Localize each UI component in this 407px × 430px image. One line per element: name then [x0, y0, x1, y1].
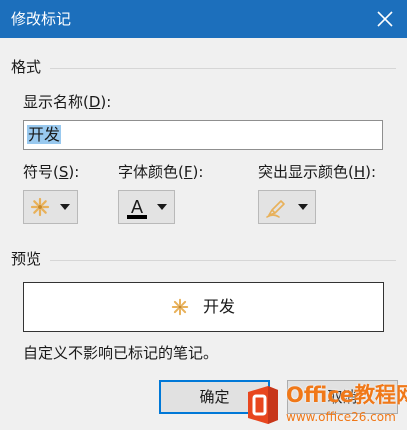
- sun-flower-icon: [30, 197, 50, 217]
- font-color-label: 字体颜色(F):: [118, 163, 204, 181]
- office-logo-icon: [248, 386, 278, 424]
- font-color-dropdown[interactable]: A: [118, 190, 175, 224]
- title-bar: 修改标记: [0, 0, 407, 38]
- watermark-url: www.office26.com: [286, 410, 396, 424]
- symbol-dropdown[interactable]: [23, 190, 78, 224]
- close-button[interactable]: [373, 7, 397, 31]
- highlighter-icon: [266, 200, 285, 218]
- sun-flower-icon: [171, 298, 189, 316]
- highlight-color-label: 突出显示颜色(H):: [258, 163, 377, 181]
- highlight-color-dropdown[interactable]: [258, 190, 316, 224]
- svg-text:A: A: [131, 197, 143, 217]
- display-name-input[interactable]: 开发: [23, 120, 383, 150]
- note-text: 自定义不影响已标记的笔记。: [23, 344, 219, 362]
- display-name-value: 开发: [27, 125, 62, 144]
- window-title: 修改标记: [11, 10, 72, 28]
- preview-group-label: 预览: [11, 250, 42, 268]
- watermark: Office教程网 www.office26.com: [240, 380, 407, 430]
- preview-box: 开发: [23, 282, 384, 332]
- chevron-down-icon: [157, 204, 167, 210]
- format-group-divider: [50, 68, 396, 69]
- chevron-down-icon: [60, 204, 70, 210]
- format-group-label: 格式: [11, 58, 42, 76]
- watermark-title: Office教程网: [286, 383, 407, 407]
- chevron-down-icon: [298, 204, 308, 210]
- font-color-icon: A: [127, 197, 147, 219]
- preview-text: 开发: [203, 297, 236, 316]
- symbol-label: 符号(S):: [23, 163, 80, 181]
- preview-content: 开发: [171, 297, 235, 317]
- display-name-label: 显示名称(D):: [23, 93, 112, 111]
- close-icon: [377, 11, 393, 27]
- preview-group-divider: [50, 260, 396, 261]
